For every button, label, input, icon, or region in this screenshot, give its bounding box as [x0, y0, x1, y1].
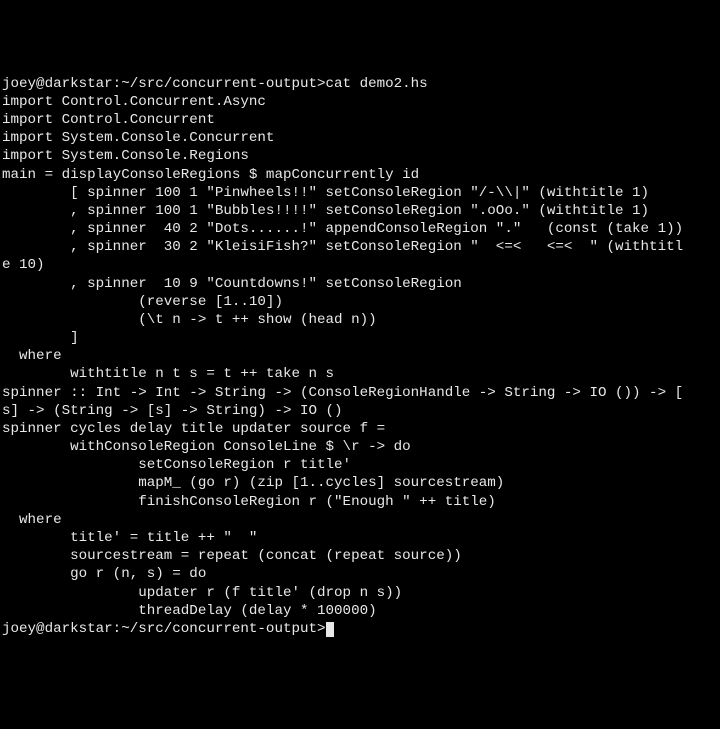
- terminal-line: where: [2, 347, 718, 365]
- terminal-line: s] -> (String -> [s] -> String) -> IO (): [2, 402, 718, 420]
- terminal-line: setConsoleRegion r title': [2, 456, 718, 474]
- terminal-line: [ spinner 100 1 "Pinwheels!!" setConsole…: [2, 184, 718, 202]
- terminal-line: updater r (f title' (drop n s)): [2, 584, 718, 602]
- terminal-output: joey@darkstar:~/src/concurrent-output>ca…: [2, 75, 718, 620]
- terminal-line: withtitle n t s = t ++ take n s: [2, 365, 718, 383]
- terminal-line: ]: [2, 329, 718, 347]
- terminal-line: , spinner 10 9 "Countdowns!" setConsoleR…: [2, 275, 718, 293]
- terminal-line: import Control.Concurrent: [2, 111, 718, 129]
- terminal-line: import Control.Concurrent.Async: [2, 93, 718, 111]
- terminal-window[interactable]: joey@darkstar:~/src/concurrent-output>ca…: [2, 75, 718, 638]
- terminal-line: mapM_ (go r) (zip [1..cycles] sourcestre…: [2, 474, 718, 492]
- terminal-line: spinner cycles delay title updater sourc…: [2, 420, 718, 438]
- terminal-line: , spinner 30 2 "KleisiFish?" setConsoleR…: [2, 238, 718, 256]
- terminal-line: finishConsoleRegion r ("Enough " ++ titl…: [2, 493, 718, 511]
- terminal-line: go r (n, s) = do: [2, 565, 718, 583]
- terminal-line: import System.Console.Regions: [2, 147, 718, 165]
- terminal-line: title' = title ++ " ": [2, 529, 718, 547]
- cursor: [326, 622, 334, 637]
- terminal-line: import System.Console.Concurrent: [2, 129, 718, 147]
- terminal-line: e 10): [2, 256, 718, 274]
- terminal-line: , spinner 100 1 "Bubbles!!!!" setConsole…: [2, 202, 718, 220]
- terminal-line: (reverse [1..10]): [2, 293, 718, 311]
- terminal-line: main = displayConsoleRegions $ mapConcur…: [2, 166, 718, 184]
- shell-prompt: joey@darkstar:~/src/concurrent-output>: [2, 621, 326, 637]
- terminal-line: threadDelay (delay * 100000): [2, 602, 718, 620]
- terminal-line: where: [2, 511, 718, 529]
- terminal-line: , spinner 40 2 "Dots......!" appendConso…: [2, 220, 718, 238]
- terminal-line: spinner :: Int -> Int -> String -> (Cons…: [2, 384, 718, 402]
- terminal-line: joey@darkstar:~/src/concurrent-output>ca…: [2, 75, 718, 93]
- terminal-line: sourcestream = repeat (concat (repeat so…: [2, 547, 718, 565]
- terminal-line: withConsoleRegion ConsoleLine $ \r -> do: [2, 438, 718, 456]
- terminal-line: (\t n -> t ++ show (head n)): [2, 311, 718, 329]
